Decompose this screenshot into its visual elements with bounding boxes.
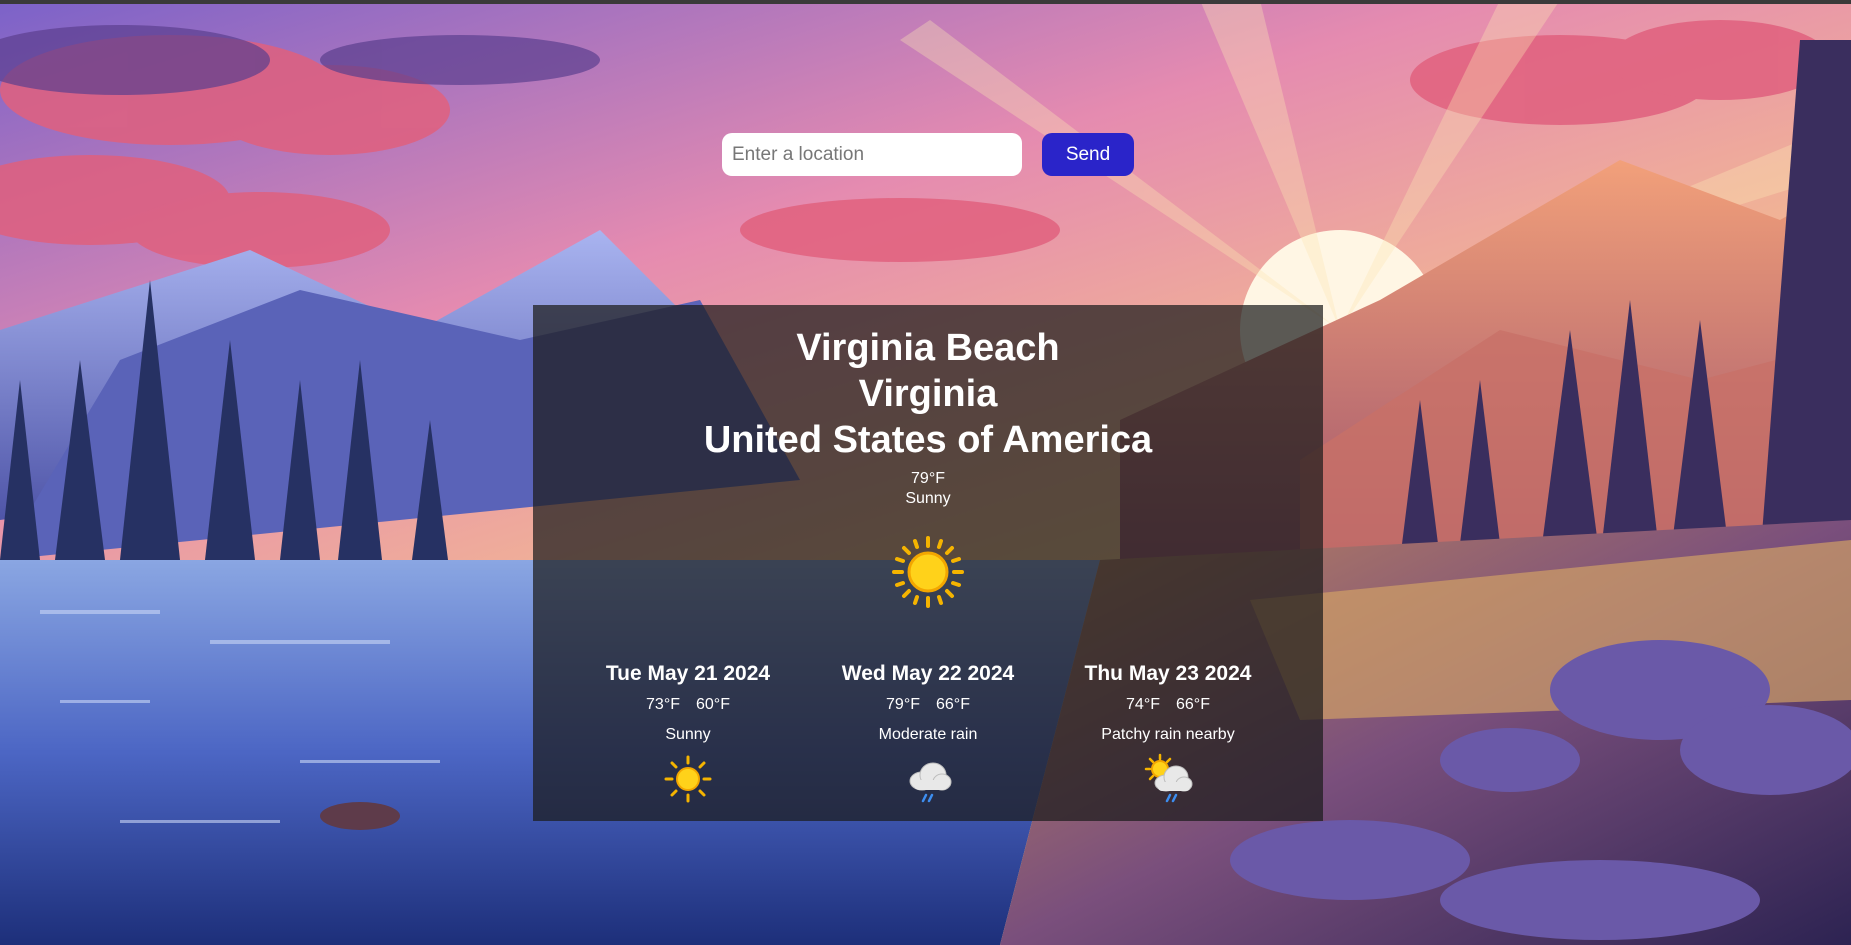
forecast-condition: Sunny (665, 726, 711, 743)
forecast-temperatures: 74°F 66°F (1048, 695, 1288, 715)
forecast-high: 74°F (1126, 696, 1160, 713)
forecast-day: Tue May 21 2024 73°F 60°F Sunny (568, 661, 808, 805)
location-country: United States of America (703, 419, 1153, 461)
forecast-condition: Patchy rain nearby (1101, 726, 1235, 743)
sun-rain-cloud-icon (1144, 753, 1193, 803)
forecast-low: 66°F (1176, 696, 1210, 713)
forecast-list: Tue May 21 2024 73°F 60°F Sunny Wed May … (533, 661, 1323, 811)
forecast-low: 60°F (696, 696, 730, 713)
forecast-day: Wed May 22 2024 79°F 66°F Moderate rain (808, 661, 1048, 805)
forecast-temperatures: 73°F 60°F (568, 695, 808, 715)
forecast-high: 79°F (886, 696, 920, 713)
rain-cloud-icon (909, 762, 952, 803)
location-search-input[interactable] (722, 133, 1022, 176)
weather-card: Virginia Beach Virginia United States of… (533, 305, 1323, 821)
forecast-condition: Moderate rain (878, 726, 978, 743)
location-city: Virginia Beach (796, 327, 1060, 369)
location-region: Virginia (858, 373, 998, 415)
send-button[interactable]: Send (1042, 133, 1134, 176)
forecast-high: 73°F (646, 696, 680, 713)
forecast-date: Wed May 22 2024 (841, 662, 1015, 685)
forecast-date: Tue May 21 2024 (605, 662, 771, 685)
forecast-date: Thu May 23 2024 (1084, 662, 1252, 685)
current-temperature: 79°F (911, 470, 945, 487)
forecast-temperatures: 79°F 66°F (808, 695, 1048, 715)
sun-icon (664, 755, 712, 803)
forecast-day: Thu May 23 2024 74°F 66°F Patchy rain ne… (1048, 661, 1288, 805)
location-search-bar: Send (722, 133, 1134, 176)
current-condition: Sunny (905, 490, 951, 507)
window-top-border (0, 0, 1851, 4)
sun-icon (892, 536, 964, 608)
forecast-low: 66°F (936, 696, 970, 713)
